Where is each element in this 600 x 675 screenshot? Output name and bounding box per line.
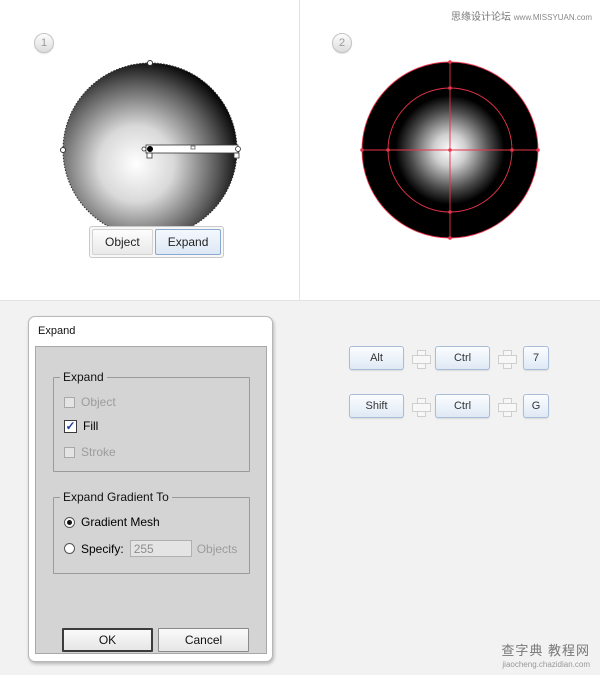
step-2-panel: 2 思缘设计论坛 www.MISSYUAN.com	[300, 0, 600, 300]
object-expand-toolbar: Object Expand	[89, 226, 225, 258]
watermark-bottom-title: 查字典 教程网	[501, 643, 590, 658]
stroke-option[interactable]: Stroke	[64, 445, 116, 459]
key-ctrl: Ctrl	[435, 346, 490, 370]
gradient-mesh-artwork[interactable]	[300, 0, 600, 300]
color-stop-left[interactable]	[146, 152, 153, 159]
expand-group: Expand Object ✓ Fill Stroke	[53, 370, 250, 472]
anchor-left[interactable]	[60, 147, 66, 153]
gradient-mesh-label: Gradient Mesh	[81, 515, 160, 529]
expand-group-legend: Expand	[60, 370, 107, 384]
step-1-panel: 1 Object Expand	[0, 0, 299, 300]
anchor-top[interactable]	[147, 60, 153, 66]
plus-icon	[412, 398, 431, 417]
expand-gradient-legend: Expand Gradient To	[60, 490, 172, 504]
object-checkbox[interactable]	[64, 396, 75, 408]
expand-menu-button[interactable]: Expand	[154, 229, 222, 255]
gradient-mesh-radio[interactable]	[64, 516, 75, 528]
object-menu-button[interactable]: Object	[92, 229, 153, 255]
mesh-points[interactable]	[360, 60, 540, 240]
key-7: 7	[523, 346, 549, 370]
object-option-label: Object	[81, 395, 116, 409]
plus-icon	[498, 398, 517, 417]
watermark-bottom: 查字典 教程网 jiaocheng.chazidian.com	[501, 640, 590, 669]
panel-divider-horizontal	[0, 300, 600, 301]
fill-option[interactable]: ✓ Fill	[64, 419, 98, 433]
stroke-option-label: Stroke	[81, 445, 116, 459]
key-shift: Shift	[349, 394, 404, 418]
specify-objects-input[interactable]	[129, 540, 192, 557]
checkmark-icon: ✓	[65, 419, 76, 433]
gradient-origin[interactable]	[147, 146, 153, 152]
dialog-title: Expand	[38, 325, 76, 337]
panel-divider-vertical	[299, 0, 300, 300]
object-option[interactable]: Object	[64, 395, 116, 409]
stroke-checkbox[interactable]	[64, 446, 75, 458]
expand-dialog: Expand Expand Object ✓ Fill Stroke Expan…	[28, 316, 273, 662]
key-alt: Alt	[349, 346, 404, 370]
key-ctrl: Ctrl	[435, 394, 490, 418]
specify-radio[interactable]	[64, 543, 75, 554]
specify-option[interactable]: Specify: Objects	[64, 540, 237, 557]
gradient-end[interactable]	[235, 146, 241, 152]
plus-icon	[498, 350, 517, 369]
specify-label: Specify:	[81, 541, 124, 556]
dialog-body: Expand Object ✓ Fill Stroke Expand Gradi…	[35, 346, 267, 654]
key-g: G	[523, 394, 549, 418]
ok-button[interactable]: OK	[62, 628, 153, 652]
expand-gradient-group: Expand Gradient To Gradient Mesh Specify…	[53, 490, 250, 574]
gradient-mesh-option[interactable]: Gradient Mesh	[64, 515, 160, 529]
radio-selected-dot	[67, 519, 72, 525]
fill-checkbox[interactable]: ✓	[64, 419, 77, 433]
objects-unit-label: Objects	[196, 541, 238, 556]
gradient-midpoint[interactable]	[190, 145, 196, 150]
color-stop-right[interactable]	[233, 152, 240, 159]
watermark-bottom-url: jiaocheng.chazidian.com	[502, 660, 590, 669]
plus-icon	[412, 350, 431, 369]
fill-option-label: Fill	[83, 419, 99, 433]
cancel-button[interactable]: Cancel	[158, 628, 249, 652]
gradient-handle[interactable]	[141, 146, 147, 152]
